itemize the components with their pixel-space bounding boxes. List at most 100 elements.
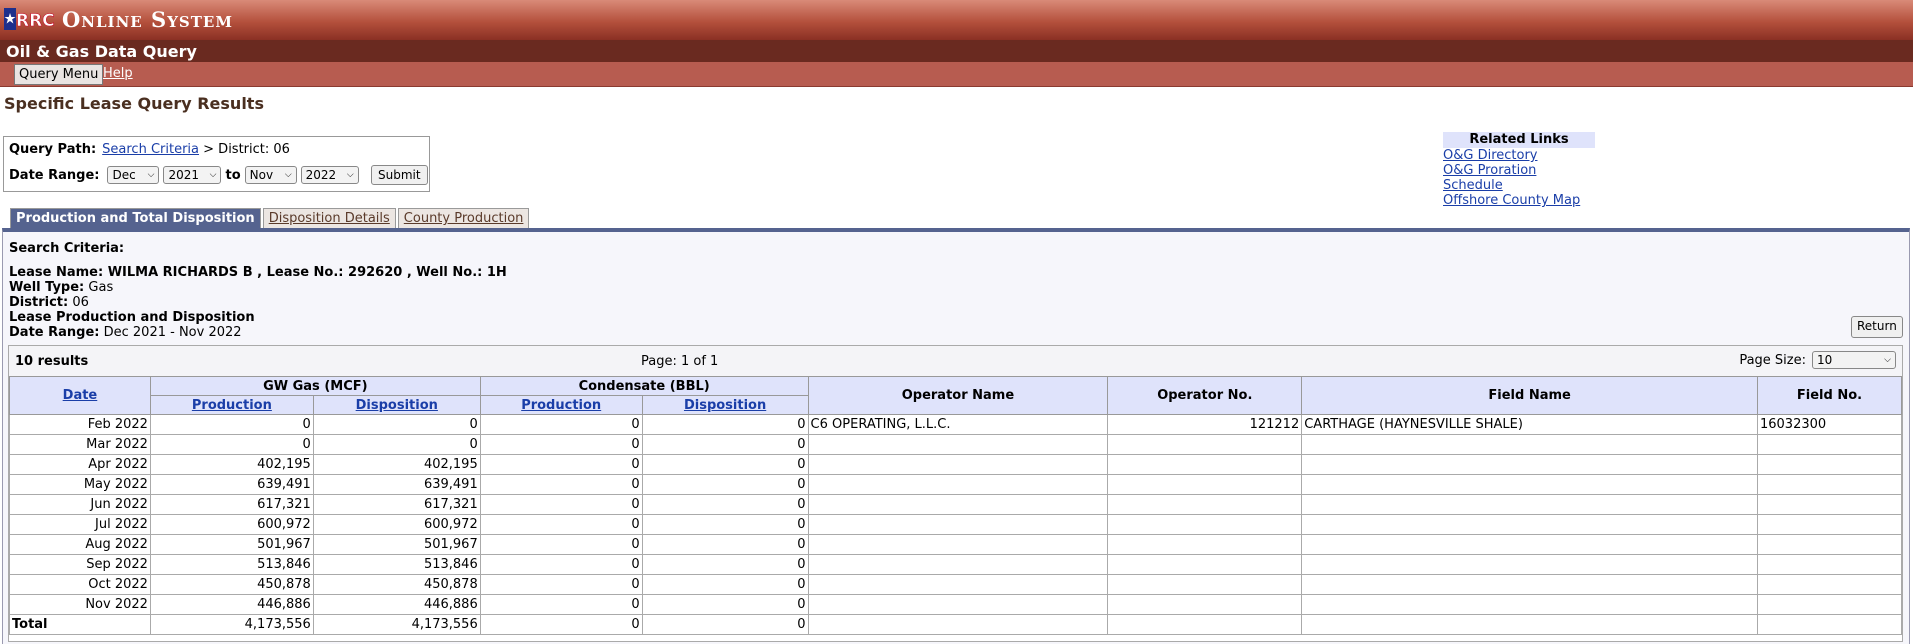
operator-name-cell xyxy=(807,534,1109,555)
date-cell: Jun 2022 xyxy=(9,494,151,515)
og-proration-schedule-link[interactable]: O&G Proration Schedule xyxy=(1443,163,1595,193)
field-name-cell xyxy=(1301,574,1758,595)
to-year-select[interactable]: 2022 ⌵ xyxy=(300,166,359,184)
query-path-rest: > District: 06 xyxy=(203,142,290,157)
empty-cell xyxy=(807,614,1109,635)
field-no-cell xyxy=(1756,434,1903,455)
field-name-cell xyxy=(1301,494,1758,515)
table-row: Oct 2022 450,878 450,878 0 0 xyxy=(9,574,1903,595)
field-no-cell xyxy=(1756,554,1903,575)
tab-bar: Production and Total Disposition Disposi… xyxy=(10,208,531,229)
condensate-production-cell: 0 xyxy=(479,554,643,575)
page-indicator: Page: 1 of 1 xyxy=(641,354,719,369)
operator-name-cell xyxy=(807,594,1109,615)
table-row: Jul 2022 600,972 600,972 0 0 xyxy=(9,514,1903,535)
gas-disposition-cell: 446,886 xyxy=(312,594,481,615)
results-frame: 10 results Page: 1 of 1 Page Size: 10 ⌵ D… xyxy=(8,345,1903,642)
related-links: Related Links O&G Directory O&G Proratio… xyxy=(1443,132,1595,208)
empty-cell xyxy=(1301,614,1758,635)
table-row: Jun 2022 617,321 617,321 0 0 xyxy=(9,494,1903,515)
total-label: Total xyxy=(9,614,151,635)
field-no-cell xyxy=(1756,514,1903,535)
submit-button[interactable]: Submit xyxy=(371,165,428,185)
condensate-disposition-cell: 0 xyxy=(641,454,809,475)
condensate-production-cell: 0 xyxy=(479,594,643,615)
page-title: Specific Lease Query Results xyxy=(4,94,264,113)
from-year-select[interactable]: 2021 ⌵ xyxy=(163,166,222,184)
field-name-header: Field Name xyxy=(1301,376,1758,415)
operator-name-cell xyxy=(807,574,1109,595)
help-link[interactable]: Help xyxy=(103,65,133,83)
date-cell: Oct 2022 xyxy=(9,574,151,595)
offshore-county-map-link[interactable]: Offshore County Map xyxy=(1443,193,1595,208)
operator-name-header: Operator Name xyxy=(807,376,1109,415)
condensate-production-cell: 0 xyxy=(479,514,643,535)
date-cell: Mar 2022 xyxy=(9,434,151,455)
operator-name-cell xyxy=(807,474,1109,495)
gas-disposition-cell: 450,878 xyxy=(312,574,481,595)
operator-no-cell xyxy=(1107,474,1303,495)
condensate-disposition-cell: 0 xyxy=(641,514,809,535)
condensate-production-cell: 0 xyxy=(479,474,643,495)
table-row: Nov 2022 446,886 446,886 0 0 xyxy=(9,594,1903,615)
date-column-header[interactable]: Date xyxy=(9,376,151,415)
gas-disposition-cell: 513,846 xyxy=(312,554,481,575)
total-row: Total 4,173,556 4,173,556 0 0 xyxy=(9,614,1903,635)
page-size-select[interactable]: 10 ⌵ xyxy=(1812,351,1896,369)
section-heading: Lease Production and Disposition xyxy=(9,310,255,325)
gas-production-cell: 639,491 xyxy=(149,474,314,495)
field-no-cell: 16032300 xyxy=(1756,414,1903,435)
tab-disposition-details[interactable]: Disposition Details xyxy=(262,208,396,229)
operator-name-cell xyxy=(807,454,1109,475)
field-name-cell: CARTHAGE (HAYNESVILLE SHALE) xyxy=(1301,414,1758,435)
condensate-disposition-cell: 0 xyxy=(641,594,809,615)
results-count: 10 results xyxy=(15,354,89,369)
total-gas-production: 4,173,556 xyxy=(149,614,314,635)
gas-disposition-cell: 402,195 xyxy=(312,454,481,475)
query-menu-button[interactable]: Query Menu xyxy=(14,64,104,85)
gas-disposition-header[interactable]: Disposition xyxy=(312,395,481,415)
table-row: Mar 2022 0 0 0 0 xyxy=(9,434,1903,455)
field-name-cell xyxy=(1301,454,1758,475)
condensate-production-header[interactable]: Production xyxy=(479,395,643,415)
query-box: Query Path: Search Criteria > District: 0… xyxy=(3,136,430,192)
og-directory-link[interactable]: O&G Directory xyxy=(1443,148,1595,163)
to-month-select[interactable]: Nov ⌵ xyxy=(244,166,297,184)
from-month-select[interactable]: Dec ⌵ xyxy=(107,166,160,184)
return-button[interactable]: Return xyxy=(1851,316,1903,338)
condensate-disposition-cell: 0 xyxy=(641,534,809,555)
tab-county-production[interactable]: County Production xyxy=(397,208,530,229)
svg-text:RRC: RRC xyxy=(16,11,54,30)
total-condensate-disposition: 0 xyxy=(641,614,809,635)
condensate-disposition-cell: 0 xyxy=(641,414,809,435)
operator-no-cell: 121212 xyxy=(1107,414,1303,435)
to-label: to xyxy=(225,167,241,183)
gas-disposition-cell: 0 xyxy=(312,434,481,455)
gas-disposition-cell: 0 xyxy=(312,414,481,435)
chevron-down-icon: ⌵ xyxy=(147,170,155,180)
search-criteria-link[interactable]: Search Criteria xyxy=(102,142,199,157)
operator-no-cell xyxy=(1107,534,1303,555)
search-criteria: Search Criteria: Lease Name: WILMA RICHA… xyxy=(9,241,507,340)
date-range-line: Date Range: Dec 2021 - Nov 2022 xyxy=(9,325,242,340)
gas-production-cell: 0 xyxy=(149,414,314,435)
empty-cell xyxy=(1107,614,1303,635)
tab-production-total-disposition[interactable]: Production and Total Disposition xyxy=(10,208,261,229)
field-no-cell xyxy=(1756,474,1903,495)
condensate-disposition-header[interactable]: Disposition xyxy=(641,395,809,415)
date-range-label: Date Range: xyxy=(9,167,100,183)
condensate-production-cell: 0 xyxy=(479,434,643,455)
chevron-down-icon: ⌵ xyxy=(346,170,354,180)
date-cell: Apr 2022 xyxy=(9,454,151,475)
field-no-cell xyxy=(1756,454,1903,475)
gw-gas-header: GW Gas (MCF) xyxy=(149,376,481,396)
condensate-production-cell: 0 xyxy=(479,454,643,475)
condensate-production-cell: 0 xyxy=(479,534,643,555)
related-links-heading: Related Links xyxy=(1443,132,1595,148)
condensate-disposition-cell: 0 xyxy=(641,434,809,455)
field-no-header: Field No. xyxy=(1756,376,1903,415)
total-condensate-production: 0 xyxy=(479,614,643,635)
gas-production-header[interactable]: Production xyxy=(149,395,314,415)
site-header: RRC Online System xyxy=(0,0,1913,40)
condensate-production-cell: 0 xyxy=(479,494,643,515)
